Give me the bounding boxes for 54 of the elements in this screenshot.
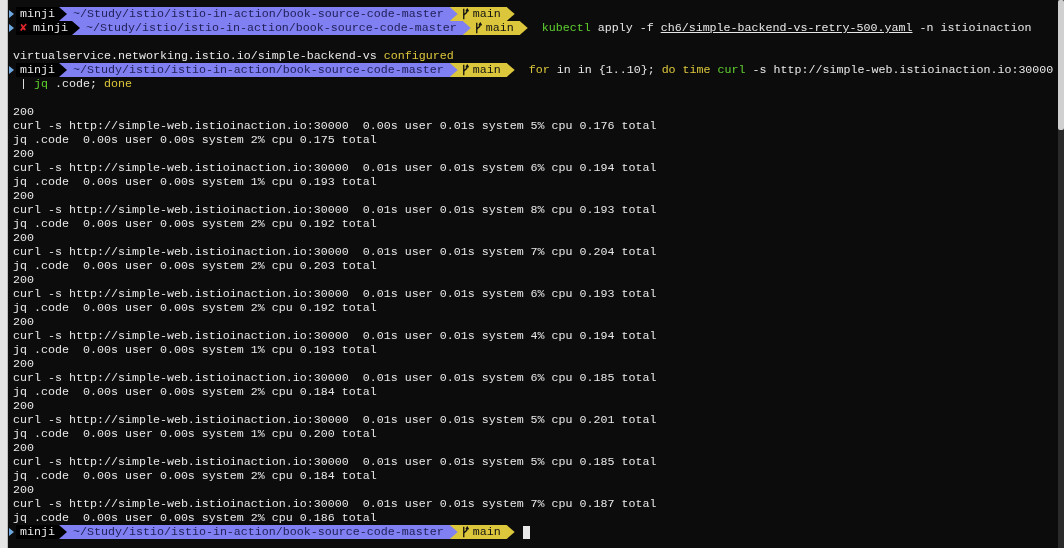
terminal-line: 200 xyxy=(12,273,34,287)
branch-icon xyxy=(474,22,482,34)
terminal-line: jq .code 0.00s user 0.00s system 2% cpu 0.203 total xyxy=(12,259,377,273)
terminal-line: curl -s http://simple-web.istioinaction.io:30000 0.01s user 0.01s system 5% cpu 0.185 total xyxy=(12,455,657,469)
path-segment: ~/Study/istio/istio-in-action/book-source-code-master xyxy=(59,7,458,21)
user-name: minji xyxy=(20,7,55,21)
terminal-line: jq .code 0.00s user 0.00s system 2% cpu 0.184 total xyxy=(12,385,377,399)
terminal-line: curl -s http://simple-web.istioinaction.io:30000 0.01s user 0.01s system 7% cpu 0.187 total xyxy=(12,497,657,511)
terminal-line: jq .code 0.00s user 0.00s system 2% cpu 0.192 total xyxy=(12,217,377,231)
terminal-line: 200 xyxy=(12,441,34,455)
terminal-line: curl -s http://simple-web.istioinaction.io:30000 0.00s user 0.01s system 5% cpu 0.176 total xyxy=(12,119,657,133)
terminal-line: curl -s http://simple-web.istioinaction.io:30000 0.01s user 0.01s system 7% cpu 0.204 total xyxy=(12,245,657,259)
branch-name: main xyxy=(472,63,501,77)
terminal-line: jq .code 0.00s user 0.00s system 1% cpu 0.193 total xyxy=(12,343,377,357)
prompt-arrow-icon xyxy=(9,528,14,536)
terminal-line: curl -s http://simple-web.istioinaction.io:30000 0.01s user 0.01s system 8% cpu 0.193 total xyxy=(12,203,657,217)
branch-name: main xyxy=(472,7,501,21)
branch-name: main xyxy=(485,21,514,35)
terminal-line: 200 xyxy=(12,147,34,161)
terminal-line: 200 xyxy=(12,105,34,119)
terminal-line: jq .code 0.00s user 0.00s system 2% cpu 0.175 total xyxy=(12,133,377,147)
terminal-line: jq .code 0.00s user 0.00s system 2% cpu 0.184 total xyxy=(12,469,377,483)
terminal-line: jq .code 0.00s user 0.00s system 1% cpu 0.200 total xyxy=(12,427,377,441)
terminal-line: 200 xyxy=(12,189,34,203)
prompt-arrow-icon xyxy=(9,66,14,74)
path-segment: ~/Study/istio/istio-in-action/book-source-code-master xyxy=(59,63,458,77)
terminal-line: jq .code 0.00s user 0.00s system 2% cpu 0.192 total xyxy=(12,301,377,315)
terminal-line: 200 xyxy=(12,315,34,329)
path-segment: ~/Study/istio/istio-in-action/book-source-code-master xyxy=(59,525,458,539)
terminal-line: 200 xyxy=(12,399,34,413)
scrollbar[interactable] xyxy=(1058,0,1064,130)
terminal-line: 200 xyxy=(12,483,34,497)
terminal-line: | jq .code; done xyxy=(19,77,132,91)
path-segment: ~/Study/istio/istio-in-action/book-source-code-master xyxy=(72,21,471,35)
command-text: kubectl apply -f ch6/simple-backend-vs-retry-500.yaml -n istioinaction xyxy=(540,21,1032,35)
command-text: for in in {1..10}; do time curl -s http://simple-web.istioinaction.io:30000 xyxy=(527,63,1054,77)
user-name: minji xyxy=(20,525,55,539)
terminal-line: 200 xyxy=(12,231,34,245)
terminal-line: curl -s http://simple-web.istioinaction.io:30000 0.01s user 0.01s system 6% cpu 0.185 total xyxy=(12,371,657,385)
terminal-line: jq .code 0.00s user 0.00s system 2% cpu 0.186 total xyxy=(12,511,377,525)
user-name: minji xyxy=(33,21,68,35)
terminal-line: curl -s http://simple-web.istioinaction.io:30000 0.01s user 0.01s system 6% cpu 0.193 total xyxy=(12,287,657,301)
terminal-line: curl -s http://simple-web.istioinaction.io:30000 0.01s user 0.01s system 5% cpu 0.201 total xyxy=(12,413,657,427)
branch-icon xyxy=(461,64,469,76)
terminal-line: 200 xyxy=(12,357,34,371)
user-name: minji xyxy=(20,63,55,77)
terminal-line: curl -s http://simple-web.istioinaction.io:30000 0.01s user 0.01s system 4% cpu 0.194 total xyxy=(12,329,657,343)
error-mark: ✘ xyxy=(20,21,28,35)
branch-name: main xyxy=(472,525,501,539)
terminal-line: virtualservice.networking.istio.io/simple-backend-vs configured xyxy=(12,49,454,63)
terminal-line: curl -s http://simple-web.istioinaction.io:30000 0.01s user 0.01s system 6% cpu 0.194 total xyxy=(12,161,657,175)
branch-icon xyxy=(461,8,469,20)
branch-icon xyxy=(461,526,469,538)
terminal-line: jq .code 0.00s user 0.00s system 1% cpu 0.193 total xyxy=(12,175,377,189)
